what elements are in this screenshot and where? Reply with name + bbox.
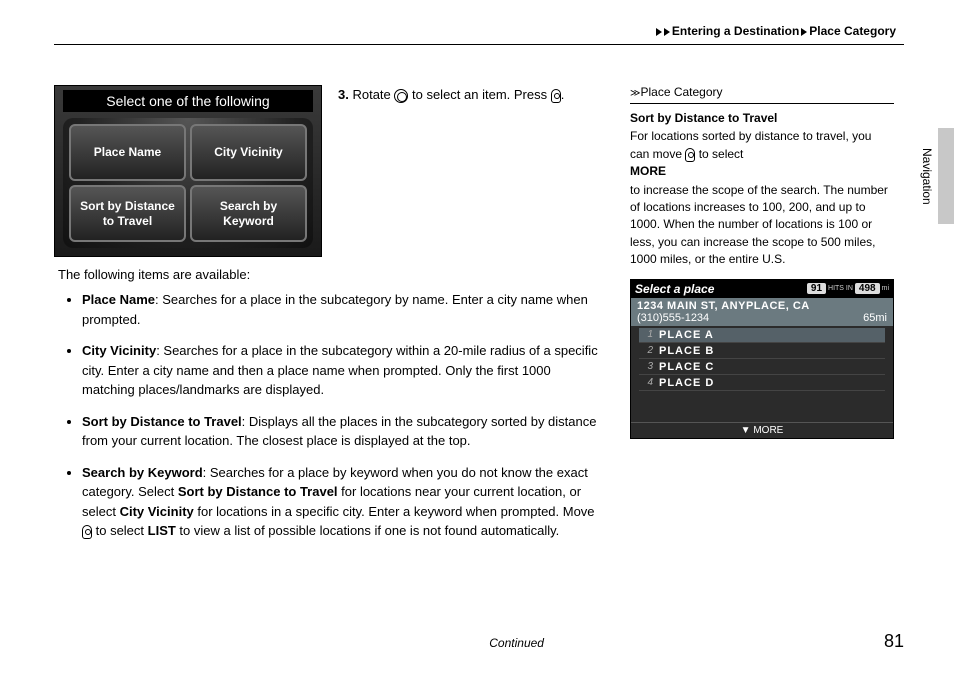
section-tab bbox=[938, 128, 954, 224]
options-list: Place Name: Searches for a place in the … bbox=[54, 290, 602, 541]
radius-unit: mi bbox=[882, 285, 889, 292]
more-button: ▼ MORE bbox=[631, 422, 893, 438]
info-title: Sort by Distance to Travel bbox=[630, 110, 894, 127]
move-selector-icon bbox=[82, 525, 92, 539]
nav-btn-search-keyword: Search by Keyword bbox=[190, 185, 307, 242]
list-item: Place Name: Searches for a place in the … bbox=[82, 290, 602, 329]
result-row: 1PLACE A bbox=[639, 328, 885, 343]
hits-count: 91 bbox=[807, 283, 826, 294]
nav-btn-sort-distance: Sort by Distance to Travel bbox=[69, 185, 186, 242]
result-row: 4PLACE D bbox=[639, 376, 885, 391]
step-3: 3. Rotate to select an item. Press . bbox=[338, 85, 564, 257]
move-selector-icon bbox=[685, 148, 695, 162]
list-item: Search by Keyword: Searches for a place … bbox=[82, 463, 602, 541]
enter-button-icon bbox=[551, 89, 561, 103]
radius-value: 498 bbox=[855, 283, 880, 294]
intro-text: The following items are available: bbox=[58, 267, 602, 282]
header-rule bbox=[54, 44, 904, 45]
chevron-right-icon bbox=[656, 28, 662, 36]
result-row: 2PLACE B bbox=[639, 344, 885, 359]
results-title: Select a place bbox=[635, 282, 714, 296]
page-number: 81 bbox=[884, 631, 904, 652]
section-tab-label: Navigation bbox=[920, 148, 934, 205]
sidebar-crumb: ≫Place Category bbox=[630, 85, 894, 99]
continued-label: Continued bbox=[489, 636, 544, 650]
info-box: Sort by Distance to Travel For locations… bbox=[630, 103, 894, 269]
list-item: City Vicinity: Searches for a place in t… bbox=[82, 341, 602, 400]
breadcrumb: Entering a Destination Place Category bbox=[54, 24, 904, 38]
chevron-right-icon bbox=[801, 28, 807, 36]
nav-screenshot-select: Select one of the following Place Name C… bbox=[54, 85, 322, 257]
nav-screen-title: Select one of the following bbox=[63, 90, 313, 112]
chevron-right-icon bbox=[664, 28, 670, 36]
rotate-dial-icon bbox=[394, 89, 408, 103]
breadcrumb-a: Entering a Destination bbox=[672, 24, 799, 38]
breadcrumb-b: Place Category bbox=[809, 24, 896, 38]
nav-btn-city-vicinity: City Vicinity bbox=[190, 124, 307, 181]
result-distance: 65mi bbox=[863, 312, 887, 324]
step-number: 3. bbox=[338, 87, 349, 102]
nav-btn-place-name: Place Name bbox=[69, 124, 186, 181]
result-row: 3PLACE C bbox=[639, 360, 885, 375]
result-phone: (310)555-1234 bbox=[637, 312, 709, 324]
list-item: Sort by Distance to Travel: Displays all… bbox=[82, 412, 602, 451]
hits-label: HITS IN bbox=[828, 285, 853, 292]
double-chevron-icon: ≫ bbox=[630, 88, 637, 99]
nav-screenshot-results: Select a place 91 HITS IN 498 mi 1234 MA… bbox=[630, 279, 894, 439]
result-address: 1234 MAIN ST, ANYPLACE, CA bbox=[637, 300, 887, 312]
